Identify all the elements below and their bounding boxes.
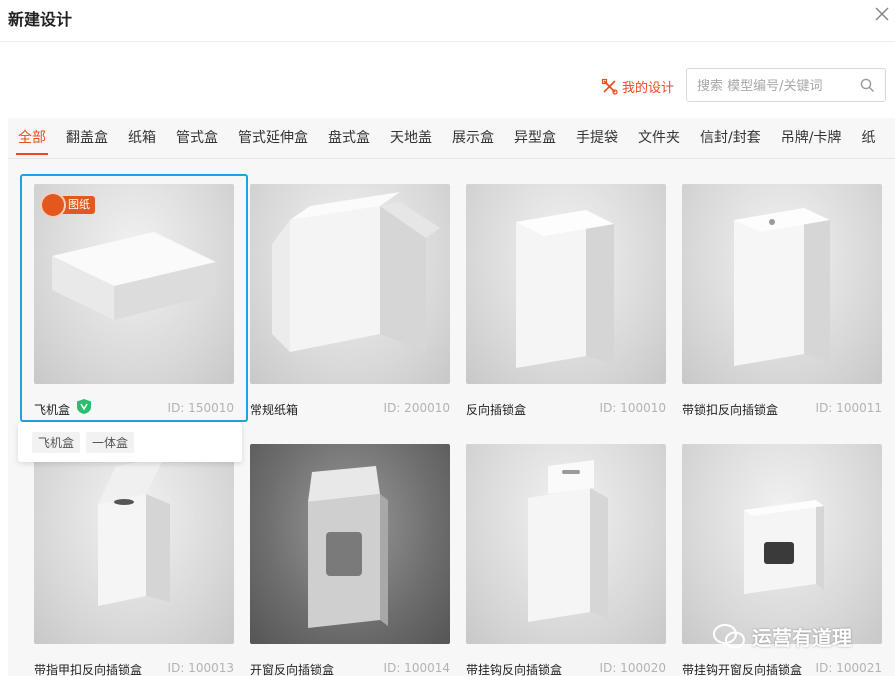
tab-special-shape-box[interactable]: 异型盒 — [504, 118, 566, 158]
product-id: ID: 100021 — [815, 661, 882, 675]
drawing-badge: 图纸 — [40, 192, 95, 218]
tab-flip-lid-box[interactable]: 翻盖盒 — [56, 118, 118, 158]
design-tools-icon — [601, 78, 618, 95]
product-card-window-reverse-tuck-box[interactable]: 开窗反向插锁盒 ID: 100014 — [250, 444, 450, 676]
tab-all[interactable]: 全部 — [8, 118, 56, 158]
tab-tube-extension-box[interactable]: 管式延伸盒 — [228, 118, 318, 158]
product-thumbnail — [250, 444, 450, 644]
thumb-notch-box-image — [98, 458, 170, 606]
product-name: 飞机盒 — [34, 403, 71, 417]
product-thumbnail — [466, 184, 666, 384]
content-area: 全部 翻盖盒 纸箱 管式盒 管式延伸盒 盘式盒 天地盖 展示盒 异型盒 手提袋 … — [8, 118, 895, 676]
dialog-title: 新建设计 — [8, 10, 73, 29]
tag-popover: 飞机盒 一体盒 — [18, 422, 242, 462]
product-id: ID: 200010 — [383, 401, 450, 415]
search-icon[interactable] — [860, 78, 875, 93]
tab-envelope[interactable]: 信封/封套 — [690, 118, 771, 158]
tab-tray-box[interactable]: 盘式盒 — [318, 118, 380, 158]
product-card-thumb-notch-box[interactable]: 带指甲扣反向插锁盒 ID: 100013 — [34, 444, 234, 676]
my-design-button[interactable]: 我的设计 — [601, 76, 674, 96]
product-id: ID: 150010 — [167, 401, 234, 415]
product-name: 开窗反向插锁盒 — [250, 663, 335, 676]
product-id: ID: 100014 — [383, 661, 450, 675]
product-name: 带挂钩反向插锁盒 — [466, 663, 563, 676]
tag-one-piece-box[interactable]: 一体盒 — [86, 431, 135, 453]
product-thumbnail — [250, 184, 450, 384]
wechat-icon — [713, 623, 745, 648]
product-card-regular-carton[interactable]: 常规纸箱 ID: 200010 — [250, 184, 450, 417]
my-design-label: 我的设计 — [622, 80, 675, 96]
product-card-hook-reverse-tuck-box[interactable]: 带挂钩反向插锁盒 ID: 100020 — [466, 444, 666, 676]
product-name: 带挂钩开窗反向插锁盒 — [682, 663, 803, 676]
tab-tube-box[interactable]: 管式盒 — [166, 118, 228, 158]
new-design-dialog: 新建设计 我的设计 全部 翻盖盒 纸箱 管式盒 管式延伸盒 盘式盒 天地盖 — [0, 0, 895, 676]
tabs-divider — [8, 158, 895, 159]
dialog-header: 新建设计 — [0, 0, 895, 42]
search-input[interactable] — [697, 77, 847, 95]
lock-tuck-box-image — [734, 208, 830, 366]
tab-folder[interactable]: 文件夹 — [628, 118, 690, 158]
watermark-text: 运营有道理 — [752, 626, 852, 650]
product-id: ID: 100020 — [599, 661, 666, 675]
hanger-box-image — [528, 460, 608, 622]
product-name: 常规纸箱 — [250, 403, 299, 417]
product-thumbnail — [34, 444, 234, 644]
search-box — [686, 68, 886, 102]
carton-box-image — [272, 192, 440, 352]
reverse-tuck-box-image — [516, 210, 614, 368]
product-id: ID: 100010 — [599, 401, 666, 415]
drawing-icon — [40, 192, 66, 218]
product-id: ID: 100011 — [815, 401, 882, 415]
product-thumbnail: 图纸 — [34, 184, 234, 384]
vip-shield-icon — [77, 399, 91, 414]
tab-display-box[interactable]: 展示盒 — [442, 118, 504, 158]
close-icon[interactable] — [874, 6, 890, 22]
category-tabs: 全部 翻盖盒 纸箱 管式盒 管式延伸盒 盘式盒 天地盖 展示盒 异型盒 手提袋 … — [8, 118, 895, 158]
tab-lid-base-box[interactable]: 天地盖 — [380, 118, 442, 158]
tab-paper[interactable]: 纸 — [851, 118, 885, 158]
product-thumbnail — [682, 184, 882, 384]
product-id: ID: 100013 — [167, 661, 234, 675]
window-box-image — [308, 466, 388, 628]
tag-airplane-box[interactable]: 飞机盒 — [32, 431, 81, 453]
tab-handbag[interactable]: 手提袋 — [566, 118, 628, 158]
tab-carton[interactable]: 纸箱 — [118, 118, 166, 158]
product-card-lock-reverse-tuck-box[interactable]: 带锁扣反向插锁盒 ID: 100011 — [682, 184, 882, 417]
product-thumbnail — [466, 444, 666, 644]
product-name: 带指甲扣反向插锁盒 — [34, 663, 143, 676]
product-name: 带锁扣反向插锁盒 — [682, 403, 779, 417]
product-card-airplane-box[interactable]: 图纸 飞机盒 ID: 150010 — [20, 174, 248, 422]
product-card-reverse-tuck-box[interactable]: 反向插锁盒 ID: 100010 — [466, 184, 666, 417]
watermark: 运营有道理 — [712, 622, 852, 651]
product-name: 反向插锁盒 — [466, 403, 527, 417]
product-thumbnail — [682, 444, 882, 644]
tab-hang-tag[interactable]: 吊牌/卡牌 — [771, 118, 852, 158]
hanger-window-box-image — [744, 500, 824, 594]
